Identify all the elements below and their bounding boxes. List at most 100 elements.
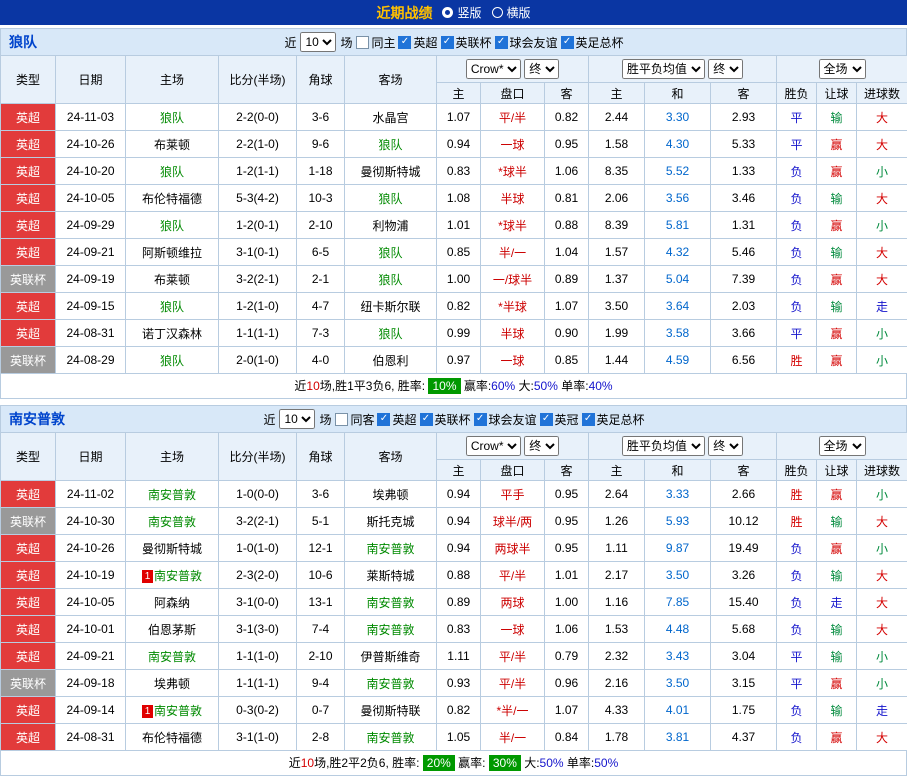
- radio-selected-icon[interactable]: [442, 7, 453, 18]
- away-team-name: 伊普斯维奇: [360, 650, 420, 664]
- sub-header: 胜负: [777, 83, 817, 104]
- bookmaker-select[interactable]: Crow*: [466, 436, 521, 456]
- sub-header: 胜负: [777, 460, 817, 481]
- table-row: 英超24-10-26曼彻斯特城1-0(1-0)12-1南安普敦0.94两球半0.…: [1, 535, 907, 562]
- same-venue-checkbox-label: 同客: [350, 411, 374, 428]
- handicap-result-cell: 输: [817, 104, 857, 131]
- away-team-cell: 南安普敦: [345, 589, 437, 616]
- goals-result-cell: 小: [857, 158, 907, 185]
- footer-segment: 单率:: [564, 756, 595, 770]
- filter-bar: 近10场同客✓英超✓英联杯✓球会友谊✓英冠✓英足总杯: [262, 409, 644, 429]
- checkbox-icon[interactable]: ✓: [582, 413, 595, 426]
- same-venue-checkbox[interactable]: 同客: [335, 411, 374, 428]
- avg-select[interactable]: 胜平负均值: [622, 59, 705, 79]
- scope-select[interactable]: 全场: [819, 436, 866, 456]
- footer-segment: 近: [294, 379, 306, 393]
- avg-away-cell: 5.68: [711, 616, 777, 643]
- checkbox-icon[interactable]: ✓: [474, 413, 487, 426]
- footer-segment: 场,胜1平3负6, 胜率:: [320, 379, 429, 393]
- checkbox-icon[interactable]: ✓: [377, 413, 390, 426]
- home-team-name: 南安普敦: [148, 650, 196, 664]
- home-team-name: 布莱顿: [154, 273, 190, 287]
- avg-stage-select[interactable]: 终: [708, 436, 743, 456]
- home-team-cell: 狼队: [126, 212, 219, 239]
- corner-cell: 2-10: [297, 212, 345, 239]
- handicap-cell: 半/一: [481, 724, 545, 751]
- result-cell: 平: [777, 131, 817, 158]
- layout-option-vertical[interactable]: 竖版: [442, 4, 481, 21]
- layout-option-horizontal[interactable]: 横版: [492, 4, 531, 21]
- league-filter-checkbox-2[interactable]: ✓球会友谊: [474, 411, 537, 428]
- away-team-cell: 利物浦: [345, 212, 437, 239]
- corner-cell: 4-7: [297, 293, 345, 320]
- league-type-cell: 英联杯: [1, 266, 56, 293]
- avg-away-cell: 4.37: [711, 724, 777, 751]
- checkbox-icon[interactable]: [335, 413, 348, 426]
- checkbox-icon[interactable]: ✓: [420, 413, 433, 426]
- radio-unselected-icon[interactable]: [492, 7, 503, 18]
- recent-count-select[interactable]: 10: [279, 409, 315, 429]
- footer-segment: 50%: [594, 756, 618, 770]
- sub-header: 主: [437, 83, 481, 104]
- avg-group-header: 胜平负均值 终: [589, 56, 777, 83]
- handicap-cell: 一球: [481, 131, 545, 158]
- footer-segment: 场,胜2平2负6, 胜率:: [314, 756, 423, 770]
- handicap-result-cell: 输: [817, 562, 857, 589]
- checkbox-icon[interactable]: ✓: [540, 413, 553, 426]
- goals-result-cell: 大: [857, 589, 907, 616]
- league-filter-checkbox-1[interactable]: ✓英联杯: [420, 411, 471, 428]
- page-title: 近期战绩: [376, 3, 432, 23]
- away-team-name: 南安普敦: [366, 731, 414, 745]
- section-header-bar: 狼队近10场同主✓英超✓英联杯✓球会友谊✓英足总杯: [0, 28, 907, 55]
- match-date-cell: 24-09-14: [56, 697, 126, 724]
- league-filter-checkbox-4[interactable]: ✓英足总杯: [582, 411, 645, 428]
- odds-away-cell: 0.95: [545, 535, 589, 562]
- same-venue-checkbox[interactable]: 同主: [356, 34, 395, 51]
- score-cell: 1-1(1-1): [219, 670, 297, 697]
- avg-away-cell: 10.12: [711, 508, 777, 535]
- odds-stage-select[interactable]: 终: [524, 436, 559, 456]
- bookmaker-select[interactable]: Crow*: [466, 59, 521, 79]
- result-cell: 平: [777, 104, 817, 131]
- home-team-name: 埃弗顿: [154, 677, 190, 691]
- odds-away-cell: 1.07: [545, 293, 589, 320]
- away-team-name: 狼队: [378, 273, 402, 287]
- match-date-cell: 24-09-19: [56, 266, 126, 293]
- league-filter-checkbox-3[interactable]: ✓英冠: [540, 411, 579, 428]
- scope-select[interactable]: 全场: [819, 59, 866, 79]
- league-filter-checkbox-3[interactable]: ✓英足总杯: [561, 34, 624, 51]
- footer-segment: 赢率:: [455, 756, 489, 770]
- checkbox-icon[interactable]: [356, 36, 369, 49]
- column-header: 日期: [56, 433, 126, 481]
- result-cell: 负: [777, 212, 817, 239]
- avg-away-cell: 2.66: [711, 481, 777, 508]
- odds-home-cell: 0.83: [437, 616, 481, 643]
- handicap-cell: 球半/两: [481, 508, 545, 535]
- home-team-cell: 布伦特福德: [126, 185, 219, 212]
- league-filter-checkbox-2[interactable]: ✓球会友谊: [495, 34, 558, 51]
- corner-cell: 3-6: [297, 481, 345, 508]
- odds-stage-select[interactable]: 终: [524, 59, 559, 79]
- avg-draw-cell: 3.43: [645, 643, 711, 670]
- odds-away-cell: 1.04: [545, 239, 589, 266]
- match-date-cell: 24-09-18: [56, 670, 126, 697]
- avg-select[interactable]: 胜平负均值: [622, 436, 705, 456]
- odds-away-cell: 1.06: [545, 158, 589, 185]
- checkbox-icon[interactable]: ✓: [561, 36, 574, 49]
- avg-away-cell: 2.03: [711, 293, 777, 320]
- avg-stage-select[interactable]: 终: [708, 59, 743, 79]
- checkbox-icon[interactable]: ✓: [398, 36, 411, 49]
- league-filter-checkbox-1[interactable]: ✓英联杯: [441, 34, 492, 51]
- avg-home-cell: 4.33: [589, 697, 645, 724]
- league-filter-checkbox-0[interactable]: ✓英超: [398, 34, 437, 51]
- avg-home-cell: 1.11: [589, 535, 645, 562]
- checkbox-icon[interactable]: ✓: [495, 36, 508, 49]
- odds-group-header: Crow* 终: [437, 56, 589, 83]
- recent-count-select[interactable]: 10: [300, 32, 336, 52]
- result-cell: 负: [777, 266, 817, 293]
- checkbox-icon[interactable]: ✓: [441, 36, 454, 49]
- league-filter-checkbox-0[interactable]: ✓英超: [377, 411, 416, 428]
- footer-segment: 单率:: [558, 379, 589, 393]
- handicap-result-cell: 赢: [817, 481, 857, 508]
- goals-result-cell: 大: [857, 239, 907, 266]
